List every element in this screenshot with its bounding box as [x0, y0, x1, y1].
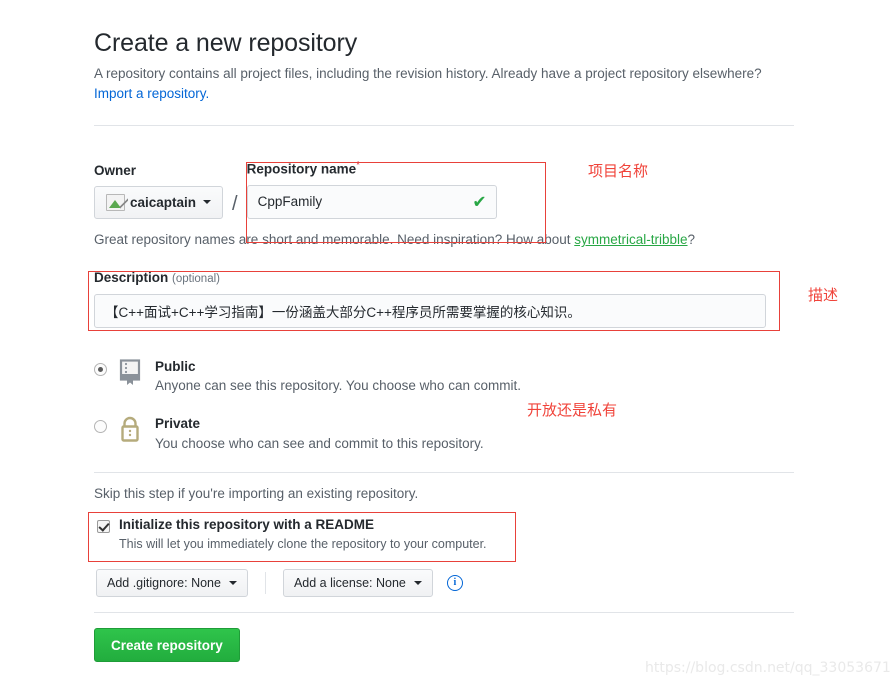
visibility-public-title: Public [155, 359, 196, 374]
create-repository-button[interactable]: Create repository [94, 628, 240, 662]
visibility-option-public[interactable]: Public Anyone can see this repository. Y… [94, 358, 521, 396]
radio-private[interactable] [94, 420, 107, 434]
visibility-option-private[interactable]: Private You choose who can see and commi… [94, 415, 521, 453]
annotation-box-description [88, 271, 780, 331]
annotation-label-description: 描述 [808, 286, 839, 304]
visibility-options: Public Anyone can see this repository. Y… [94, 358, 521, 473]
license-label: Add a license: None [293, 576, 406, 590]
visibility-public-desc: Anyone can see this repository. You choo… [155, 378, 521, 394]
owner-select-button[interactable]: caicaptain [94, 185, 224, 219]
annotation-label-repository-name: 项目名称 [588, 162, 649, 180]
annotation-label-visibility: 开放还是私有 [527, 401, 618, 419]
lock-icon [118, 416, 145, 449]
radio-public[interactable] [94, 363, 107, 376]
owner-name: caicaptain [130, 194, 197, 210]
visibility-private-text: Private You choose who can see and commi… [155, 415, 484, 453]
skip-note: Skip this step if you're importing an ex… [94, 486, 419, 501]
annotation-box-readme [88, 512, 516, 562]
chevron-down-icon [203, 200, 212, 205]
owner-repo-separator: / [232, 192, 238, 215]
divider-bottom [94, 612, 794, 613]
gitignore-label: Add .gitignore: None [107, 576, 221, 590]
visibility-private-desc: You choose who can see and commit to thi… [155, 435, 484, 451]
book-icon [118, 359, 145, 392]
page-title: Create a new repository [94, 29, 358, 57]
license-dropdown[interactable]: Add a license: None [282, 569, 433, 597]
suggested-name-link[interactable]: symmetrical-tribble [574, 232, 687, 247]
owner-label: Owner [94, 162, 137, 178]
info-icon[interactable]: i [446, 575, 463, 591]
divider-middle [94, 472, 794, 473]
divider-top [94, 125, 794, 126]
import-repository-link[interactable]: Import a repository. [94, 86, 209, 101]
page-header: Create a new repository A repository con… [94, 28, 794, 103]
broken-image-icon [106, 193, 128, 213]
watermark: https://blog.csdn.net/qq_33053671 [645, 660, 891, 676]
annotation-box-repository-name [246, 162, 546, 243]
visibility-private-title: Private [155, 416, 201, 432]
create-repository-page: Create a new repository A repository con… [0, 0, 893, 685]
hint-suffix: ? [687, 232, 696, 247]
template-options-row: Add .gitignore: None Add a license: None… [96, 569, 463, 597]
chevron-down-icon [228, 581, 237, 585]
page-subtitle: A repository contains all project files,… [94, 66, 762, 81]
gitignore-dropdown[interactable]: Add .gitignore: None [96, 569, 248, 597]
vertical-divider [264, 572, 266, 594]
chevron-down-icon [413, 581, 422, 585]
visibility-public-text: Public Anyone can see this repository. Y… [155, 358, 521, 396]
owner-field: Owner caicaptain [94, 162, 224, 219]
